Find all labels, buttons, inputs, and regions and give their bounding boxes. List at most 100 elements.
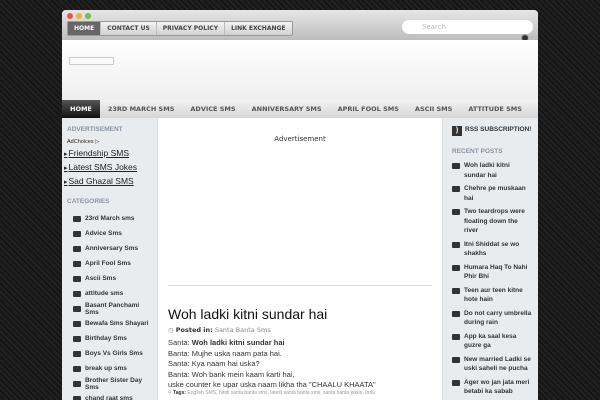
post-line: Santa: Woh ladki kitni sundar hai [168, 338, 285, 347]
category-item[interactable]: break up sms [67, 361, 152, 376]
recent-post-item[interactable]: Woh ladki kitni sundar hai [452, 161, 532, 180]
category-label[interactable]: Anniversary Sms [85, 245, 138, 252]
folder-icon [452, 379, 460, 386]
top-nav: HOME CONTACT US PRIVACY POLICY LINK EXCH… [67, 21, 293, 36]
folder-icon [73, 395, 81, 400]
category-label[interactable]: break up sms [85, 365, 127, 372]
folder-icon [452, 287, 460, 294]
folder-icon [452, 209, 460, 215]
category-label[interactable]: Advice Sms [85, 230, 122, 237]
logo[interactable] [69, 57, 114, 65]
recent-post-item[interactable]: Humara Haq To Nahi Phir Bhi [452, 263, 532, 282]
category-item[interactable]: attitude sms [67, 286, 152, 301]
folder-icon [73, 320, 81, 327]
folder-icon [73, 365, 81, 372]
recent-post-item[interactable]: Itni Shiddat se wo shakhs [452, 240, 532, 259]
category-item[interactable]: Basant Panchami Sms [67, 301, 152, 316]
posted-category-link[interactable]: Santa Banta Sms [215, 326, 271, 334]
post-line: Banta: Mujhe uska naam pata hai. [168, 348, 282, 358]
category-label[interactable]: Basant Panchami Sms [85, 302, 152, 316]
ad-link[interactable]: Latest SMS Jokes [64, 161, 152, 175]
recent-post-item[interactable]: Two teardrops were floating down the riv… [452, 207, 532, 236]
recent-post-link[interactable]: Teen aur teen kitne hote hain [464, 286, 532, 305]
recent-post-item[interactable]: Chehre pe muskaan hai [452, 184, 532, 203]
recent-post-link[interactable]: Ager wo jan jata meri betabi ka sabab [464, 378, 532, 397]
category-label[interactable]: Boys Vs Girls Sms [85, 350, 143, 357]
category-item[interactable]: Ascii Sms [67, 271, 152, 286]
folder-icon [73, 260, 81, 267]
folder-icon [73, 380, 81, 387]
divider [168, 285, 432, 286]
ad-link[interactable]: Friendship SMS [64, 147, 152, 161]
recent-post-item[interactable]: New married Ladki se uski saheli ne puch… [452, 355, 532, 374]
adchoices[interactable]: AdChoices ▷ [67, 139, 152, 145]
categories-heading: CATEGORIES [67, 198, 110, 205]
recent-post-link[interactable]: Humara Haq To Nahi Phir Bhi [464, 263, 532, 282]
rss-label[interactable]: RSS SUBSCRIPTION! [465, 126, 531, 136]
category-label[interactable]: Ascii Sms [85, 275, 116, 282]
ad-link[interactable]: Sad Ghazal SMS [64, 175, 152, 189]
nav-anniversary[interactable]: ANNIVERSARY SMS [244, 100, 330, 118]
nav-april-fool[interactable]: APRIL FOOL SMS [330, 100, 407, 118]
posted-label: Posted in: [175, 326, 213, 334]
tags-links[interactable]: English SMS, hindi santa banta sms, late… [187, 390, 375, 396]
nav-ascii[interactable]: ASCII SMS [407, 100, 460, 118]
close-dot-icon[interactable] [67, 13, 73, 19]
post-title[interactable]: Woh ladki kitni sundar hai [168, 306, 327, 322]
header [62, 40, 538, 100]
nav-attitude[interactable]: ATTITUDE SMS [460, 100, 530, 118]
category-item[interactable]: Brother Sister Day Sms [67, 376, 152, 391]
top-nav-contact[interactable]: CONTACT US [101, 22, 157, 35]
recent-post-link[interactable]: Itni Shiddat se wo shakhs [464, 240, 532, 259]
recent-post-link[interactable]: New married Ladki se uski saheli ne puch… [464, 355, 532, 374]
category-label[interactable]: 23rd March sms [85, 215, 135, 222]
recent-post-link[interactable]: Woh ladki kitni sundar hai [464, 161, 532, 180]
category-item[interactable]: Boys Vs Girls Sms [67, 346, 152, 361]
search-input[interactable]: Search [402, 20, 533, 34]
top-nav-privacy[interactable]: PRIVACY POLICY [157, 22, 226, 35]
category-item[interactable]: April Fool Sms [67, 256, 152, 271]
category-item[interactable]: Anniversary Sms [67, 241, 152, 256]
recent-posts-heading: RECENT POSTS [452, 148, 503, 155]
nav-home[interactable]: HOME [62, 100, 100, 118]
folder-icon [73, 350, 81, 357]
post-line: Banta: Woh bank mein kaam karti hai, [168, 369, 295, 379]
recent-post-link[interactable]: Two teardrops were floating down the riv… [464, 207, 532, 236]
folder-icon [452, 163, 460, 169]
category-item[interactable]: Birthday Sms [67, 331, 152, 346]
folder-icon [452, 186, 460, 192]
category-label[interactable]: Brother Sister Day Sms [85, 377, 152, 391]
nav-advice[interactable]: ADVICE SMS [182, 100, 243, 118]
category-item[interactable]: chand raat sms [67, 391, 152, 400]
folder-icon [452, 356, 460, 363]
category-label[interactable]: chand raat sms [85, 395, 133, 400]
recent-post-item[interactable]: Teen aur teen kitne hote hain [452, 286, 532, 305]
category-item[interactable]: Advice Sms [67, 226, 152, 241]
top-nav-link-exchange[interactable]: LINK EXCHANGE [225, 22, 291, 35]
folder-icon [73, 290, 81, 297]
category-label[interactable]: attitude sms [85, 290, 123, 297]
recent-post-link[interactable]: App ka saal kesa guzre ga [464, 332, 532, 351]
category-item[interactable]: Bewafa Sms Shayari [67, 316, 152, 331]
recent-post-item[interactable]: Do not carry umbrella during rain [452, 309, 532, 328]
tag-icon: ⚲ [168, 390, 172, 396]
folder-icon [73, 245, 81, 252]
post-tags: ⚲ Tags: English SMS, hindi santa banta s… [168, 390, 375, 397]
recent-post-link[interactable]: Chehre pe muskaan hai [464, 184, 532, 203]
maximize-dot-icon[interactable] [85, 13, 91, 19]
recent-post-item[interactable]: App ka saal kesa guzre ga [452, 332, 532, 351]
category-label[interactable]: Bewafa Sms Shayari [85, 320, 149, 327]
minimize-dot-icon[interactable] [76, 13, 82, 19]
rss-subscription[interactable]: ) RSS SUBSCRIPTION! [452, 126, 532, 136]
nav-23rd-march[interactable]: 23RD MARCH SMS [100, 100, 183, 118]
top-nav-home[interactable]: HOME [68, 22, 102, 35]
category-label[interactable]: April Fool Sms [85, 260, 131, 267]
folder-icon [452, 264, 460, 271]
recent-post-item[interactable]: Ager wo jan jata meri betabi ka sabab [452, 378, 532, 397]
rss-icon: ) [452, 126, 462, 136]
folder-icon [452, 310, 460, 317]
category-item[interactable]: 23rd March sms [67, 211, 152, 226]
category-label[interactable]: Birthday Sms [85, 335, 127, 342]
main-nav: HOME 23RD MARCH SMS ADVICE SMS ANNIVERSA… [62, 100, 538, 118]
recent-post-link[interactable]: Do not carry umbrella during rain [464, 309, 532, 328]
